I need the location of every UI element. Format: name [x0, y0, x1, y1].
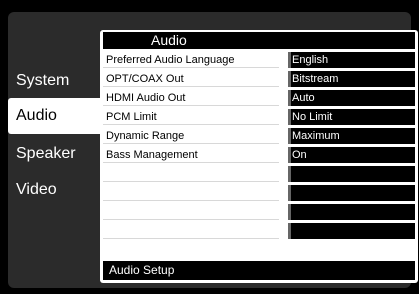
value-marker [288, 128, 291, 144]
setting-value-preferred-audio-language[interactable]: English [288, 52, 415, 68]
value-marker [288, 147, 291, 163]
setting-label-opt-coax-out[interactable]: OPT/COAX Out [103, 71, 279, 87]
value-text: Auto [292, 92, 315, 104]
setting-value-empty [288, 185, 415, 201]
setting-label-empty [103, 166, 279, 182]
setting-value-empty [288, 166, 415, 182]
value-text: English [292, 54, 329, 66]
setting-value-dynamic-range[interactable]: Maximum [288, 128, 415, 144]
sidebar: System Audio Speaker Video [8, 12, 108, 288]
value-marker [288, 90, 291, 106]
value-marker [288, 71, 291, 87]
sidebar-item-system[interactable]: System [8, 63, 100, 99]
setting-value-pcm-limit[interactable]: No Limit [288, 109, 415, 125]
value-marker [288, 166, 291, 182]
setting-value-opt-coax-out[interactable]: Bitstream [288, 71, 415, 87]
setting-label-empty [103, 204, 279, 220]
sidebar-item-speaker[interactable]: Speaker [8, 136, 100, 172]
value-marker [288, 52, 291, 68]
setting-label-bass-management[interactable]: Bass Management [103, 147, 279, 163]
sidebar-item-audio[interactable]: Audio [8, 98, 102, 134]
value-text: No Limit [292, 111, 333, 123]
setup-screen: System Audio Speaker Video Audio Preferr… [8, 12, 418, 288]
value-text: Bitstream [292, 73, 339, 85]
panel-footer: Audio Setup [103, 261, 415, 280]
value-marker [288, 204, 291, 220]
value-text: On [292, 149, 307, 161]
audio-settings-panel: Audio Preferred Audio Language English O… [100, 30, 418, 283]
setting-label-empty [103, 185, 279, 201]
value-marker [288, 109, 291, 125]
setting-label-hdmi-audio-out[interactable]: HDMI Audio Out [103, 90, 279, 106]
panel-title: Audio [103, 32, 415, 49]
setting-value-empty [288, 204, 415, 220]
setting-label-empty [103, 223, 279, 239]
setting-label-pcm-limit[interactable]: PCM Limit [103, 109, 279, 125]
value-marker [288, 185, 291, 201]
value-text: Maximum [292, 130, 340, 142]
setting-label-preferred-audio-language[interactable]: Preferred Audio Language [103, 52, 279, 68]
setting-label-dynamic-range[interactable]: Dynamic Range [103, 128, 279, 144]
setting-value-empty [288, 223, 415, 239]
sidebar-item-video[interactable]: Video [8, 172, 100, 208]
value-marker [288, 223, 291, 239]
setting-value-hdmi-audio-out[interactable]: Auto [288, 90, 415, 106]
setting-value-bass-management[interactable]: On [288, 147, 415, 163]
